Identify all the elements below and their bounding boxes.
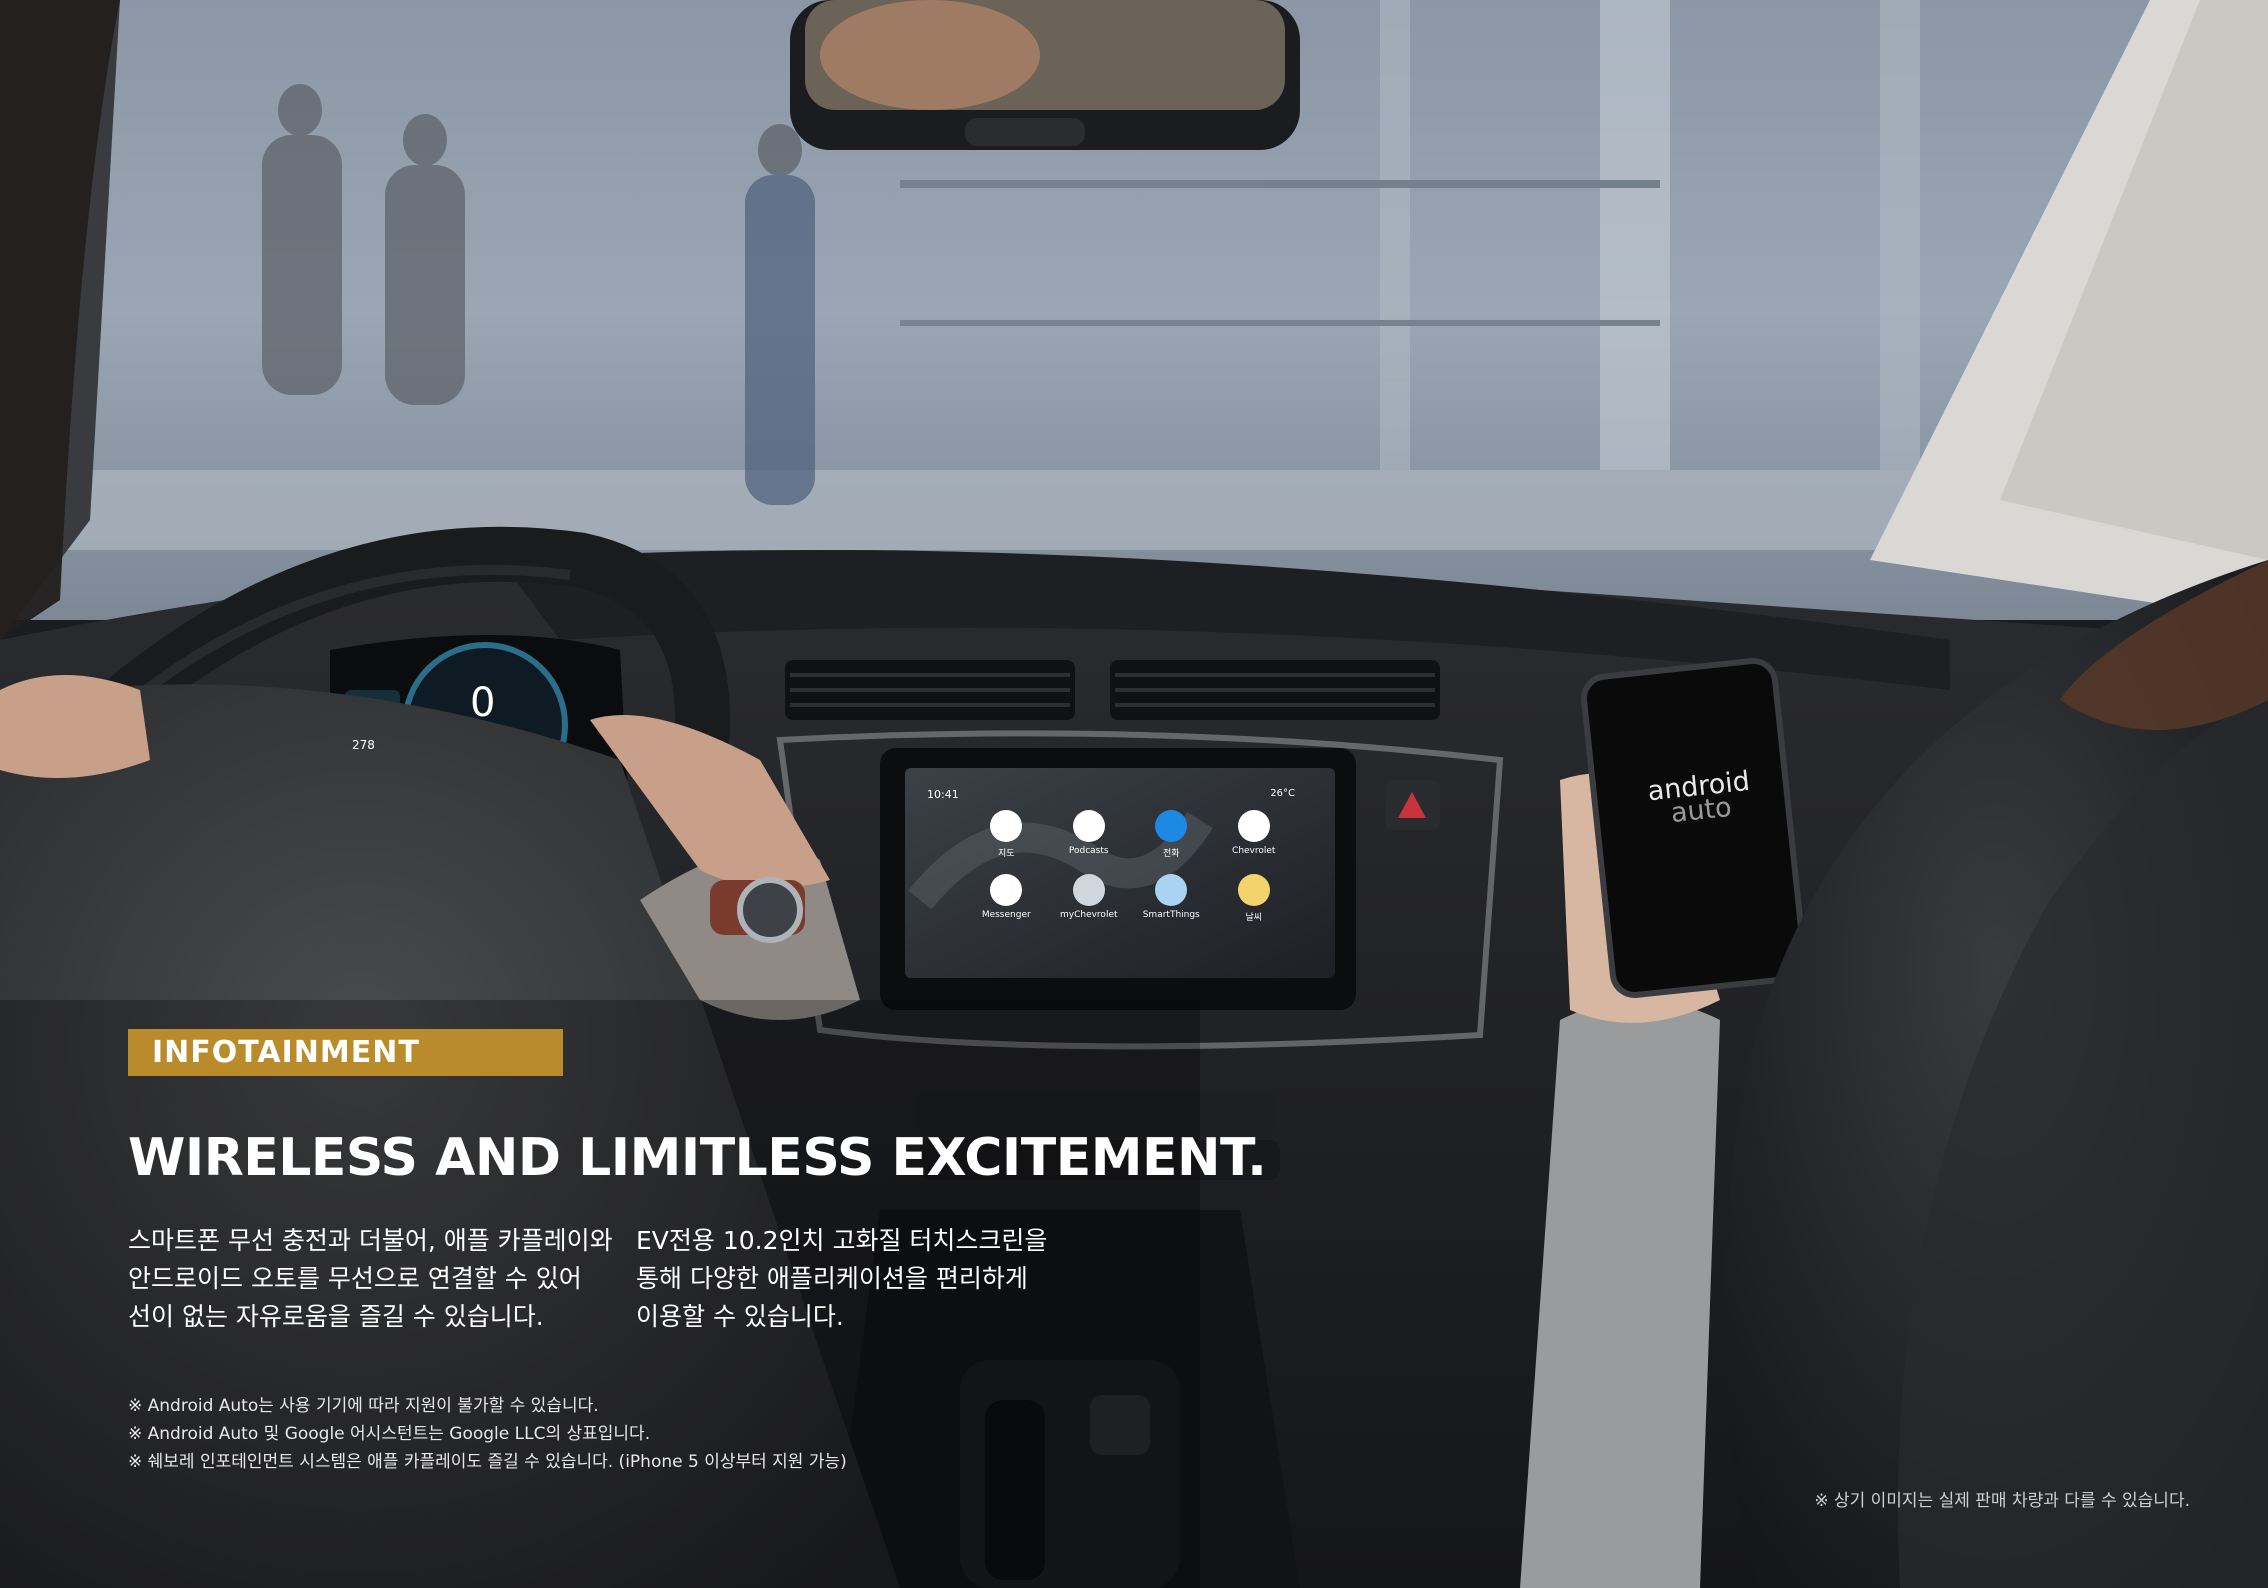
- app-label: myChevrolet: [1059, 910, 1118, 920]
- app-label: Podcasts: [1068, 846, 1109, 856]
- body-line: 스마트폰 무선 충전과 더불어, 애플 카플레이와: [128, 1226, 613, 1255]
- app-maps[interactable]: 지도: [965, 810, 1048, 866]
- body-line: 이용할 수 있습니다.: [636, 1302, 844, 1331]
- smartthings-icon: [1155, 874, 1188, 906]
- body-text-left: 스마트폰 무선 충전과 더불어, 애플 카플레이와 안드로이드 오토를 무선으로…: [128, 1222, 613, 1336]
- messenger-icon: [990, 874, 1023, 906]
- body-line: 안드로이드 오토를 무선으로 연결할 수 있어: [128, 1264, 582, 1293]
- maps-icon: [990, 810, 1023, 842]
- screen-clock: 10:41: [927, 788, 959, 801]
- app-smartthings[interactable]: SmartThings: [1130, 874, 1213, 930]
- section-tag: INFOTAINMENT: [128, 1029, 563, 1076]
- body-text-right: EV전용 10.2인치 고화질 터치스크린을 통해 다양한 애플리케이션을 편리…: [636, 1222, 1047, 1336]
- body-line: 선이 없는 자유로움을 즐길 수 있습니다.: [128, 1302, 544, 1331]
- weather-icon: [1237, 874, 1270, 906]
- body-line: EV전용 10.2인치 고화질 터치스크린을: [636, 1226, 1048, 1255]
- cluster-range: 278: [352, 738, 375, 752]
- mychevrolet-icon: [1072, 874, 1105, 906]
- app-phone[interactable]: 전화: [1130, 810, 1213, 866]
- image-disclaimer: ※ 상기 이미지는 실제 판매 차량과 다를 수 있습니다.: [1814, 1491, 2190, 1511]
- footnote: ※ 쉐보레 인포테인먼트 시스템은 애플 카플레이도 즐길 수 있습니다. (i…: [128, 1452, 847, 1472]
- app-podcasts[interactable]: Podcasts: [1048, 810, 1131, 866]
- app-messenger[interactable]: Messenger: [965, 874, 1048, 930]
- body-line: 통해 다양한 애플리케이션을 편리하게: [636, 1264, 1028, 1293]
- infotainment-screen[interactable]: 10:41 26°C 지도 Podcasts 전화 Chevrolet Mess…: [905, 768, 1335, 978]
- app-label: 전화: [1162, 849, 1180, 859]
- screen-temperature: 26°C: [1270, 788, 1295, 799]
- app-weather[interactable]: 날씨: [1213, 874, 1296, 930]
- cluster-speed: 0: [470, 680, 496, 726]
- app-label: Messenger: [981, 910, 1031, 920]
- chevrolet-icon: [1237, 810, 1270, 842]
- podcasts-icon: [1072, 810, 1105, 842]
- app-label: 지도: [997, 849, 1015, 859]
- app-chevrolet[interactable]: Chevrolet: [1213, 810, 1296, 866]
- footnote: ※ Android Auto 및 Google 어시스턴트는 Google LL…: [128, 1424, 651, 1444]
- footnotes: ※ Android Auto는 사용 기기에 따라 지원이 불가할 수 있습니다…: [128, 1392, 847, 1476]
- phone-icon: [1155, 810, 1188, 842]
- app-label: SmartThings: [1142, 910, 1200, 920]
- app-label: 날씨: [1245, 913, 1263, 923]
- app-label: Chevrolet: [1232, 846, 1276, 856]
- app-grid: 지도 Podcasts 전화 Chevrolet Messenger myChe…: [965, 810, 1295, 930]
- app-mychevrolet[interactable]: myChevrolet: [1048, 874, 1131, 930]
- headline: WIRELESS AND LIMITLESS EXCITEMENT.: [128, 1128, 1267, 1188]
- footnote: ※ Android Auto는 사용 기기에 따라 지원이 불가할 수 있습니다…: [128, 1396, 599, 1416]
